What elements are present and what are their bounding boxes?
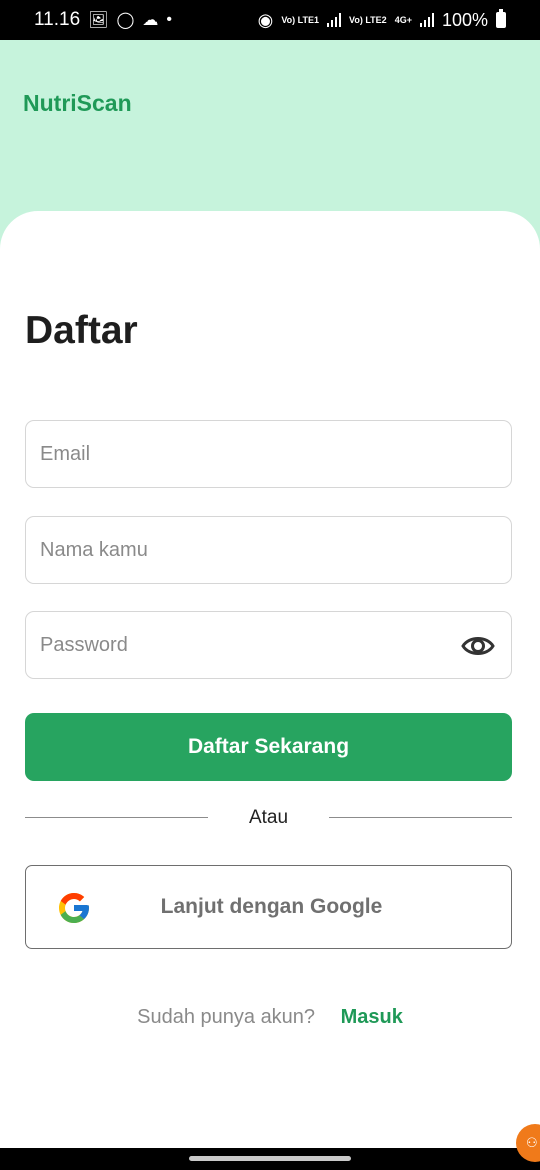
signal-bars-2-icon (419, 13, 434, 27)
name-field[interactable] (26, 517, 511, 583)
login-prompt: Sudah punya akun? Masuk (0, 1006, 540, 1029)
email-field[interactable] (26, 421, 511, 487)
google-button-label: Lanjut dengan Google (160, 895, 383, 918)
password-field-container (25, 611, 512, 679)
eye-icon[interactable] (461, 632, 495, 660)
dot-icon: • (166, 11, 172, 28)
battery-icon (496, 9, 506, 28)
status-time: 11.16 (34, 9, 81, 30)
network-label-3: 4G+ (394, 14, 412, 25)
network-label-2: Vo) LTE2 (349, 14, 387, 25)
status-bar: 11.16 🖼 ◯ ☁ • ◉ Vo) LTE1 Vo) LTE2 4G+ 10… (0, 0, 540, 40)
brand-title: NutriScan (23, 90, 132, 116)
password-field[interactable] (26, 612, 511, 678)
status-left: 11.16 🖼 ◯ ☁ • (34, 9, 172, 31)
network-label-1: Vo) LTE1 (281, 14, 320, 25)
or-divider: Atau (25, 807, 512, 828)
register-card: Daftar Daftar Sekarang Atau (0, 211, 540, 1148)
signal-bars-1-icon (327, 13, 342, 27)
divider-line-right (329, 817, 512, 818)
home-gesture-handle[interactable] (189, 1156, 351, 1161)
status-right: ◉ Vo) LTE1 Vo) LTE2 4G+ 100% (257, 9, 506, 31)
google-signin-button[interactable]: Lanjut dengan Google (25, 865, 512, 949)
email-field-container (25, 420, 512, 488)
name-field-container (25, 516, 512, 584)
whatsapp-icon: ◯ (116, 12, 135, 29)
hotspot-icon: ◉ (257, 9, 274, 30)
login-question: Sudah punya akun? (137, 1006, 316, 1028)
page-title: Daftar (25, 309, 138, 352)
floating-tool-icon[interactable]: ⚇ (516, 1124, 540, 1162)
system-nav-bar: ⚇ (0, 1124, 540, 1170)
gallery-icon: 🖼 (88, 12, 109, 29)
app-screen: NutriScan Daftar Daftar Sekarang Atau (0, 40, 540, 1148)
divider-text: Atau (248, 807, 289, 828)
cloud-icon: ☁ (142, 12, 159, 29)
register-button[interactable]: Daftar Sekarang (25, 713, 512, 781)
battery-percent: 100% (441, 9, 488, 30)
login-link[interactable]: Masuk (341, 1006, 403, 1028)
